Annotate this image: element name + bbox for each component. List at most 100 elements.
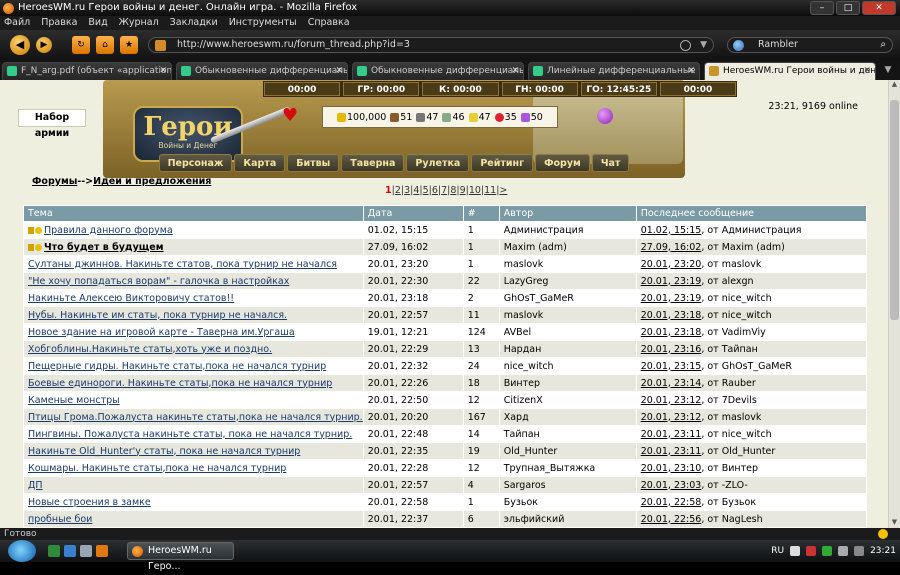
topic-link[interactable]: Накиньте Алексею Викторовичу статов!! [28,293,234,304]
last-message-link[interactable]: 20.01, 23:03 [641,480,702,491]
quicklaunch-icon[interactable] [96,545,108,557]
last-message-link[interactable]: 20.01, 23:18 [641,327,702,338]
last-message-link[interactable]: 20.01, 23:19 [641,276,702,287]
nav-map[interactable]: Карта [234,154,286,172]
topic-link[interactable]: Пещерные гидры. Накиньте статы,пока не н… [28,361,326,372]
topic-link[interactable]: Новые строения в замке [28,497,151,508]
scroll-thumb[interactable] [890,100,899,320]
tab-list-icon[interactable]: ▼ [880,62,896,78]
topic-link[interactable]: Правила данного форума [44,225,173,236]
menu-tools[interactable]: Инструменты [229,16,297,30]
nav-character[interactable]: Персонаж [158,154,233,172]
menu-view[interactable]: Вид [88,16,107,30]
topic-link[interactable]: Боевые единороги. Накиньте статы,пока не… [28,378,332,389]
next-page-link[interactable]: > [499,185,507,196]
quicklaunch-icon[interactable] [64,545,76,557]
minimize-button[interactable]: – [810,1,834,15]
bookmarks-icon[interactable]: ★ [120,36,138,54]
last-message-link[interactable]: 20.01, 23:12 [641,412,702,423]
tray-icon[interactable] [790,546,801,556]
start-button[interactable] [8,540,36,562]
last-message-link[interactable]: 20.01, 23:11 [641,446,702,457]
menu-bookmarks[interactable]: Закладки [170,16,218,30]
army-button[interactable]: Набор армии [18,109,86,139]
tab-pdf[interactable]: F_N_arg.pdf (объект «application/... ✕ [2,62,172,80]
last-message-link[interactable]: 20.01, 23:12 [641,395,702,406]
topic-link[interactable]: Что будет в будущем [44,242,164,253]
scroll-up-icon[interactable]: ▲ [889,80,900,90]
clock[interactable]: 23:21 [870,540,896,562]
scroll-down-icon[interactable]: ▼ [889,518,900,528]
address-bar[interactable]: http://www.heroeswm.ru/forum_thread.php?… [148,37,714,53]
tab-close-icon[interactable]: ✕ [159,63,167,79]
topic-link[interactable]: Нубы. Накиньте им статы, пока турнир не … [28,310,287,321]
breadcrumb-forums-link[interactable]: Форумы [32,176,77,187]
tab-close-icon[interactable]: ✕ [511,63,519,79]
nav-battles[interactable]: Битвы [287,154,340,172]
page-link[interactable]: 9 [460,185,466,196]
tab-close-icon[interactable]: ✕ [335,63,343,79]
last-message-link[interactable]: 20.01, 23:16 [641,344,702,355]
tab-close-icon[interactable]: ✕ [863,63,871,79]
nav-forum[interactable]: Форум [535,154,590,172]
feed-icon[interactable] [680,40,691,51]
topic-link[interactable]: Новое здание на игровой карте - Таверна … [28,327,295,338]
menu-edit[interactable]: Правка [41,16,77,30]
last-message-link[interactable]: 20.01, 23:20 [641,259,702,270]
maximize-button[interactable]: □ [836,1,860,15]
page-link[interactable]: 11 [484,185,496,196]
tab-diff-eq-1[interactable]: Обыкновенные дифференциаль... ✕ [176,62,348,80]
tray-icon[interactable] [806,546,817,556]
topic-link[interactable]: Птицы Грома.Пожалуста накиньте статы,пок… [28,412,362,423]
page-link[interactable]: 4 [413,185,419,196]
last-message-link[interactable]: 20.01, 23:18 [641,310,702,321]
addon-smiley-icon[interactable] [878,529,888,539]
last-message-link[interactable]: 20.01, 23:14 [641,378,702,389]
topic-link[interactable]: Султаны джиннов. Накиньте статов, пока т… [28,259,337,270]
back-icon[interactable]: ◀ [10,35,30,55]
address-dropdown-icon[interactable]: ▼ [700,38,707,52]
tab-diff-eq-2[interactable]: Обыкновенные дифференциаль... ✕ [352,62,524,80]
topic-link[interactable]: Хобгоблины.Накиньте статы,хоть уже и поз… [28,344,272,355]
last-message-link[interactable]: 01.02, 15:15 [641,225,702,236]
menu-history[interactable]: Журнал [119,16,159,30]
page-link[interactable]: 5 [423,185,429,196]
menu-help[interactable]: Справка [308,16,350,30]
quicklaunch-icon[interactable] [48,545,60,557]
page-link[interactable]: 7 [441,185,447,196]
last-message-link[interactable]: 20.01, 23:19 [641,293,702,304]
last-message-link[interactable]: 20.01, 23:11 [641,429,702,440]
nav-chat[interactable]: Чат [591,154,630,172]
topic-link[interactable]: пробные бои [28,514,92,525]
last-message-link[interactable]: 20.01, 23:15 [641,361,702,372]
volume-icon[interactable] [854,546,865,556]
nav-roulette[interactable]: Рулетка [406,154,470,172]
last-message-link[interactable]: 20.01, 23:10 [641,463,702,474]
page-link[interactable]: 10 [469,185,481,196]
page-link[interactable]: 8 [450,185,456,196]
last-message-link[interactable]: 20.01, 22:56 [641,514,702,525]
home-icon[interactable]: ⌂ [96,36,114,54]
quicklaunch-icon[interactable] [80,545,92,557]
topic-link[interactable]: Кошмары. Накиньте статы,пока не начался … [28,463,286,474]
topic-link[interactable]: Пингвины. Пожалуста накиньте статы, пока… [28,429,352,440]
language-indicator[interactable]: RU [771,540,784,562]
tray-icon[interactable] [822,546,833,556]
page-link[interactable]: 3 [404,185,410,196]
breadcrumb-section-link[interactable]: Идеи и предложения [93,176,211,187]
topic-link[interactable]: "Не хочу попадаться ворам" - галочка в н… [28,276,289,287]
search-icon[interactable]: ⌕ [880,38,886,52]
tab-linear-diff[interactable]: Линейные дифференциальные у... ✕ [528,62,700,80]
last-message-link[interactable]: 20.01, 22:58 [641,497,702,508]
reload-icon[interactable]: ↻ [72,36,90,54]
nav-tavern[interactable]: Таверна [341,154,405,172]
search-bar[interactable]: Rambler ⌕ [727,37,893,53]
page-scrollbar[interactable]: ▲ ▼ [888,80,900,528]
tray-icon[interactable] [838,546,849,556]
forward-icon[interactable]: ▶ [36,37,52,53]
nav-rating[interactable]: Рейтинг [471,154,534,172]
page-link[interactable]: 6 [432,185,438,196]
page-link[interactable]: 2 [395,185,401,196]
topic-link[interactable]: Накиньте Old_Hunter'у статы, пока не нач… [28,446,300,457]
tab-close-icon[interactable]: ✕ [687,63,695,79]
